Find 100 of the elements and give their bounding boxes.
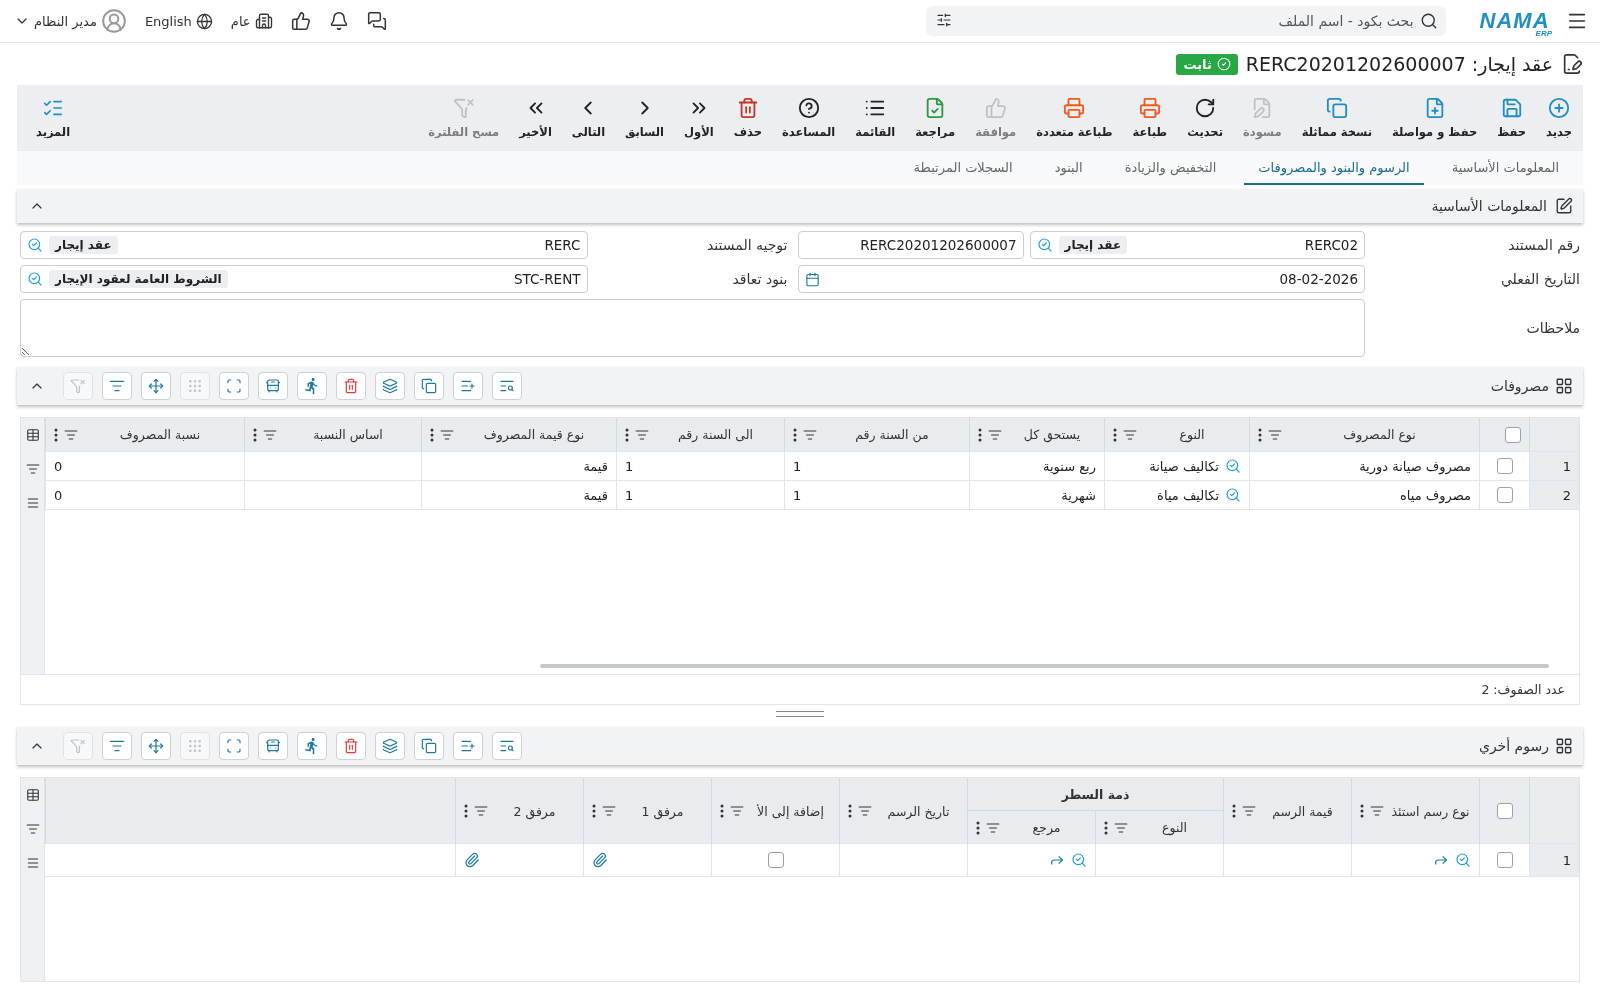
- toolbar-button[interactable]: الأخير: [514, 93, 557, 143]
- checkbox[interactable]: [1505, 426, 1521, 443]
- toolbar-button[interactable]: القائمة: [850, 93, 901, 143]
- tool-button[interactable]: [375, 732, 405, 760]
- column-header[interactable]: من السنة رقم: [784, 418, 969, 451]
- tool-button[interactable]: [258, 732, 288, 760]
- column-group-header: ذمة السطر: [967, 778, 1223, 811]
- toolbar-button[interactable]: السابق: [620, 93, 670, 143]
- toolbar-button[interactable]: حفظ و مواصلة: [1387, 93, 1483, 143]
- horizontal-scrollbar[interactable]: [540, 664, 1549, 668]
- search-field[interactable]: بحث بكود - اسم الملف: [925, 6, 1446, 36]
- table-cell: تكاليف مياة: [1157, 487, 1219, 503]
- tool-button[interactable]: [219, 732, 249, 760]
- thumbs-up-icon: [290, 11, 311, 31]
- refresh-icon: [1194, 97, 1217, 119]
- search-icon: [1419, 12, 1438, 30]
- toolbar-button[interactable]: نسخة مماثلة: [1296, 93, 1378, 143]
- tool-button[interactable]: [297, 372, 327, 400]
- dots-grid-icon: [187, 378, 203, 394]
- toolbar-button[interactable]: طباعة متعددة: [1031, 93, 1118, 143]
- tool-button[interactable]: [102, 732, 132, 760]
- checkbox[interactable]: [1496, 803, 1513, 819]
- toolbar-button[interactable]: الأول: [679, 93, 719, 143]
- table-cell: 1: [793, 487, 802, 503]
- tab[interactable]: البنود: [1040, 151, 1097, 185]
- toolbar-button[interactable]: المساعدة: [777, 93, 841, 143]
- filter-icon: [25, 462, 40, 476]
- tool-button[interactable]: [492, 372, 522, 400]
- tool-button[interactable]: [336, 372, 366, 400]
- date-field[interactable]: 08-02-2026: [797, 265, 1365, 293]
- trash-icon: [343, 378, 359, 394]
- column-header[interactable]: اساس النسبة: [244, 418, 421, 451]
- tool-button[interactable]: [453, 732, 483, 760]
- filter-clear-icon: [452, 97, 475, 119]
- tool-button[interactable]: [414, 372, 444, 400]
- table-cell: 0: [54, 458, 63, 474]
- filter-icon: [986, 820, 1000, 835]
- tool-button[interactable]: [102, 372, 132, 400]
- row-count: عدد الصفوف: 2: [1481, 682, 1565, 697]
- tool-button[interactable]: [492, 732, 522, 760]
- row-number: 1: [1529, 452, 1579, 480]
- filter-icon: [64, 427, 78, 442]
- toolbar-button[interactable]: تحديث: [1182, 93, 1228, 143]
- more-button[interactable]: المزيد: [31, 93, 76, 143]
- tool-button[interactable]: [141, 372, 171, 400]
- status-badge: ثابت: [1176, 53, 1238, 75]
- menu-icon: [25, 496, 40, 510]
- frame-icon: [226, 378, 242, 394]
- tool-button[interactable]: [297, 732, 327, 760]
- branch-button[interactable]: عام: [228, 10, 275, 32]
- column-header[interactable]: نوع المصروف: [1249, 418, 1479, 451]
- search-list-icon: [499, 738, 515, 754]
- filter-clear-icon: [70, 378, 86, 394]
- table-cell: مصروف صيانة دورية: [1359, 458, 1471, 474]
- tab[interactable]: التخفيض والزيادة: [1110, 151, 1231, 185]
- tab[interactable]: المعلومات الأساسية: [1437, 151, 1573, 185]
- toolbar-button[interactable]: حفظ: [1492, 93, 1532, 143]
- tool-button[interactable]: [219, 372, 249, 400]
- filter-icon: [1114, 820, 1128, 835]
- tool-button[interactable]: [453, 372, 483, 400]
- toolbar-button[interactable]: التالى: [566, 93, 611, 143]
- tab[interactable]: السجلات المرتبطة: [899, 151, 1027, 185]
- tool-button[interactable]: [336, 732, 366, 760]
- trash-icon: [736, 97, 759, 119]
- search-plus-icon: [1225, 458, 1241, 474]
- search-plus-icon: [1455, 852, 1471, 868]
- splitter-handle[interactable]: [776, 711, 824, 717]
- language-button[interactable]: English: [142, 10, 215, 32]
- table-icon: [25, 788, 40, 802]
- tool-button[interactable]: [141, 732, 171, 760]
- dots-grid-icon: [187, 738, 203, 754]
- checkbox[interactable]: [1496, 487, 1513, 503]
- user-menu[interactable]: مدير النظام: [12, 6, 129, 36]
- filter-clear-icon: [70, 738, 86, 754]
- list-plus-icon: [460, 738, 476, 754]
- kebab-icon: [720, 804, 724, 818]
- checkbox[interactable]: [1496, 458, 1513, 474]
- toolbar-button[interactable]: مراجعة: [910, 93, 961, 143]
- checkbox[interactable]: [767, 852, 784, 868]
- tool-button[interactable]: [258, 372, 288, 400]
- search-plus-icon: [27, 271, 43, 287]
- column-header[interactable]: الى السنة رقم: [616, 418, 784, 451]
- toolbar-button[interactable]: جديد: [1541, 93, 1577, 143]
- tab[interactable]: الرسوم والبنود والمصروفات: [1244, 151, 1424, 185]
- tool-button[interactable]: [414, 732, 444, 760]
- column-header[interactable]: النوع: [1104, 418, 1249, 451]
- toolbar-button[interactable]: حذف: [728, 93, 767, 143]
- input-field[interactable]: RERC20201202600007: [797, 231, 1024, 259]
- thumbs-up-icon: [984, 97, 1007, 119]
- column-header[interactable]: يستحق كل: [969, 418, 1104, 451]
- toolbar-button[interactable]: طباعة: [1127, 93, 1173, 143]
- checkbox[interactable]: [1496, 852, 1513, 868]
- logo: NAMA ERP: [1479, 8, 1552, 34]
- paperclip-icon: [464, 852, 480, 868]
- kebab-icon: [793, 427, 797, 442]
- notes-field[interactable]: [20, 299, 1365, 357]
- column-header[interactable]: نوع قيمة المصروف: [421, 418, 616, 451]
- copy-icon: [1325, 97, 1348, 119]
- table-cell: ربع سنوية: [1042, 458, 1096, 474]
- tool-button[interactable]: [375, 372, 405, 400]
